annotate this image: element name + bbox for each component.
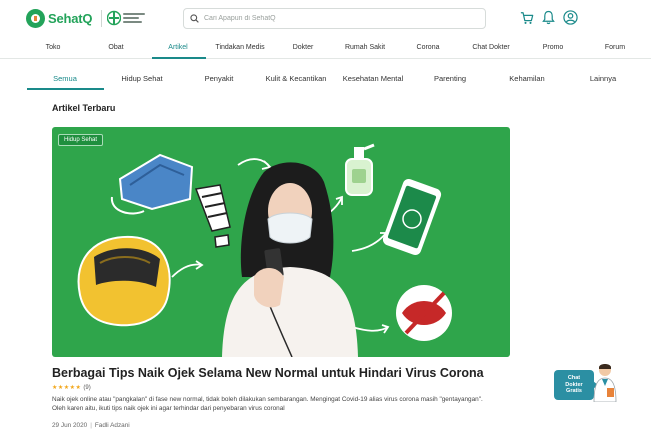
nav-corona[interactable]: Corona [417,44,440,51]
meta-separator: | [90,422,92,429]
tab-kesehatan-mental[interactable]: Kesehatan Mental [343,74,403,83]
search-bar[interactable] [183,8,486,29]
brand-name: SehatQ [48,11,93,26]
nav-toko[interactable]: Toko [46,44,61,51]
rating-count: (9) [83,384,91,391]
search-icon [190,14,199,23]
face-mask-illustration [110,153,194,215]
top-header: SehatQ [0,0,651,38]
tab-kehamilan[interactable]: Kehamilan [509,74,544,83]
chat-dokter-widget[interactable]: Chat Dokter Gratis [554,362,620,402]
chat-line-3: Gratis [566,388,582,394]
chat-dokter-bubble[interactable]: Chat Dokter Gratis [554,370,598,400]
article-author[interactable]: Fadli Adzani [95,422,130,429]
kemenkes-emblem-icon [107,10,121,26]
nav-dokter[interactable]: Dokter [293,44,314,51]
section-title: Artikel Terbaru [52,103,116,113]
article-date: 29 Jun 2020 [52,422,88,429]
bell-icon[interactable] [542,10,555,25]
sehatq-logo[interactable]: SehatQ [26,9,93,28]
woman-photo [222,162,358,357]
nav-artikel[interactable]: Artikel [168,44,187,51]
nav-forum[interactable]: Forum [605,44,625,51]
article-meta: 29 Jun 2020 | Fadli Adzani [52,422,130,429]
tab-kulit-kecantikan[interactable]: Kulit & Kecantikan [266,74,327,83]
search-input[interactable] [204,15,464,22]
tab-penyakit[interactable]: Penyakit [205,74,234,83]
tab-lainnya[interactable]: Lainnya [590,74,616,83]
header-icons [520,10,586,25]
lips-crossed-illustration [396,285,452,341]
article-tag[interactable]: Hidup Sehat [58,134,104,146]
phone-illustration [382,178,442,256]
nav-rumah-sakit[interactable]: Rumah Sakit [345,44,385,51]
active-tab-indicator [27,88,104,90]
tab-parenting[interactable]: Parenting [434,74,466,83]
category-nav: Toko Obat Artikel Tindakan Medis Dokter … [0,38,651,59]
tab-semua[interactable]: Semua [53,74,77,83]
active-category-indicator [152,57,206,59]
sehatq-logo-mark [26,9,45,28]
nav-tindakan-medis[interactable]: Tindakan Medis [215,44,264,51]
rating-stars: ★★★★★ [52,385,82,391]
cart-icon[interactable] [520,11,534,25]
kemenkes-text-lines [123,13,145,23]
nav-chat-dokter[interactable]: Chat Dokter [472,44,509,51]
exclamation-illustration [194,184,231,248]
article-hero-image[interactable]: Hidup Sehat [52,127,510,357]
sanitizer-illustration [345,143,375,196]
subcategory-tabs: Semua Hidup Sehat Penyakit Kulit & Kecan… [0,60,651,90]
user-icon[interactable] [563,10,578,25]
article-rating: ★★★★★ (9) [52,384,91,392]
tab-hidup-sehat[interactable]: Hidup Sehat [121,74,162,83]
doctor-avatar-icon [593,364,617,402]
helmet-illustration [77,235,171,327]
header-divider [101,10,102,27]
article-title[interactable]: Berbagai Tips Naik Ojek Selama New Norma… [52,366,484,380]
kemenkes-logo [107,9,145,27]
article-excerpt: Naik ojek online atau "pangkalan" di fas… [52,396,483,412]
nav-obat[interactable]: Obat [108,44,123,51]
nav-promo[interactable]: Promo [543,44,564,51]
hero-illustration [77,143,452,357]
